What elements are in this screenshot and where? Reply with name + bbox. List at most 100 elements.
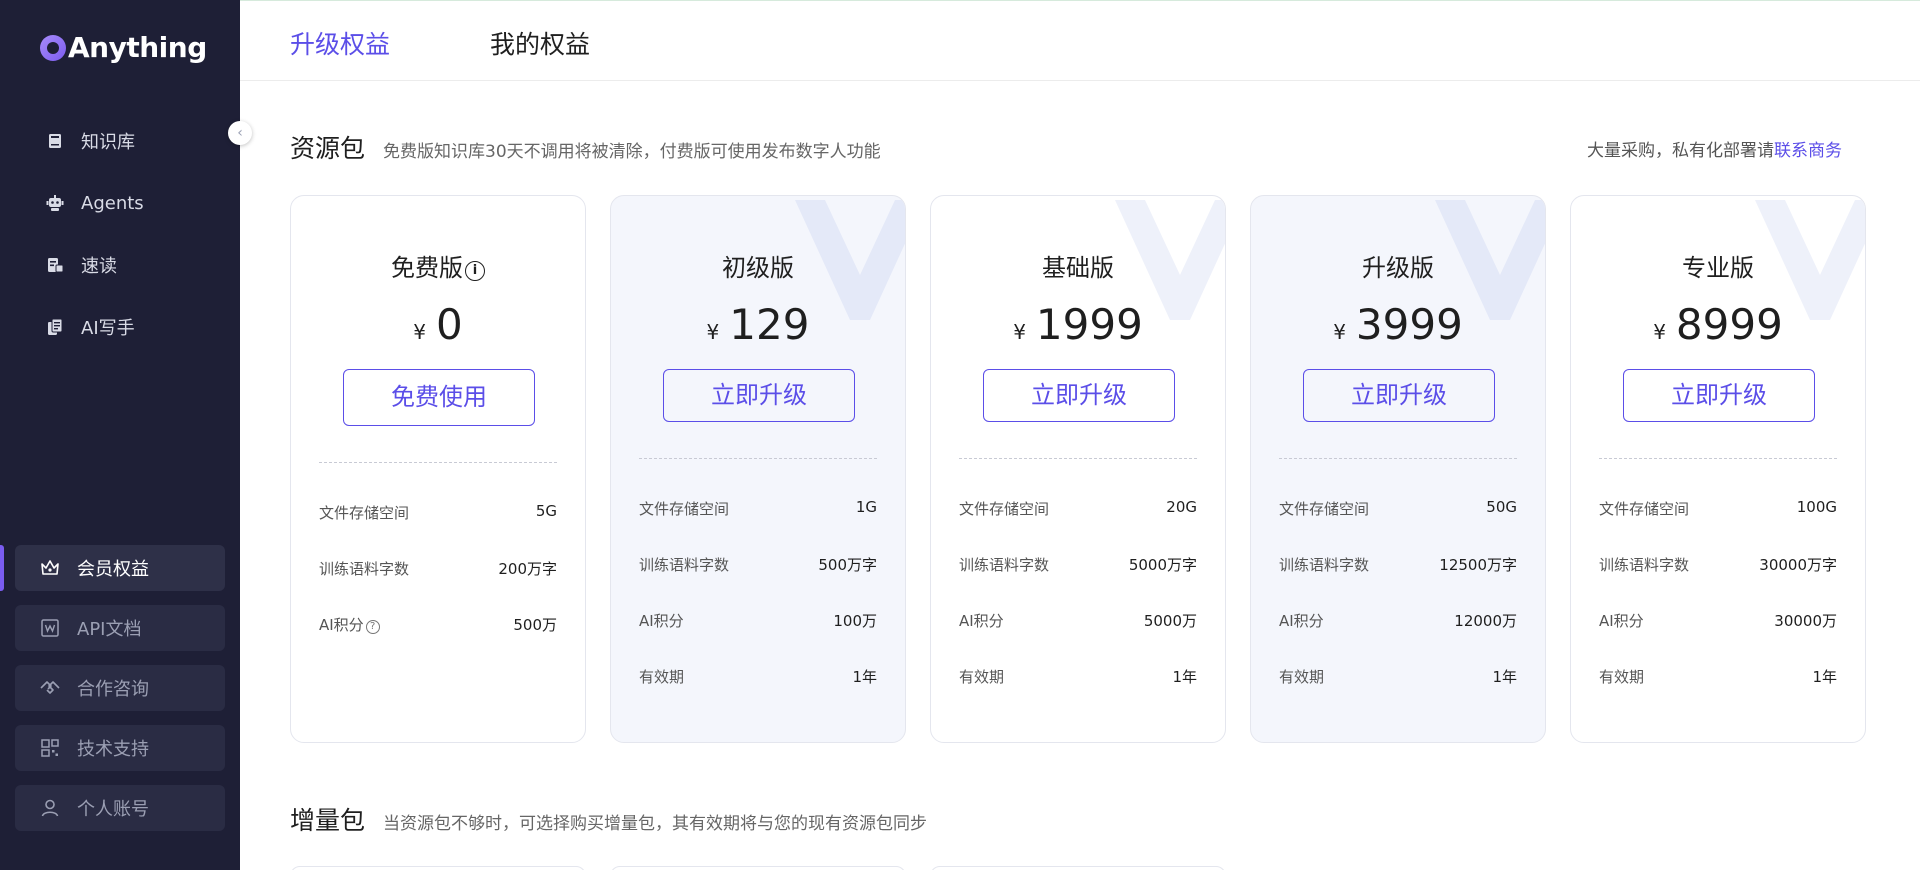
feature-key: 文件存储空间 xyxy=(959,500,1050,518)
plan-name: 初级版 xyxy=(722,254,794,282)
sidebar-item-label: 知识库 xyxy=(81,132,135,153)
feature-row: 训练语料字数 200万字 xyxy=(319,558,557,579)
price-value: 1999 xyxy=(1035,300,1143,349)
feature-row: 文件存储空间 20G xyxy=(959,498,1197,519)
feature-key: 文件存储空间 xyxy=(639,500,730,518)
bulk-purchase-text: 大量采购，私有化部署请 xyxy=(1587,141,1774,161)
feature-key: 文件存储空间 xyxy=(1599,500,1690,518)
user-icon xyxy=(39,797,61,819)
feature-row: AI积分 12000万 xyxy=(1279,610,1517,631)
feature-value: 30000万 xyxy=(1774,612,1837,630)
feature-value: 12500万字 xyxy=(1439,556,1517,574)
sidebar-item-speed-read[interactable]: 速读 xyxy=(0,234,240,296)
feature-key: 训练语料字数 xyxy=(959,556,1050,574)
app-logo[interactable]: Anything xyxy=(40,31,207,64)
feature-row: AI积分 100万 xyxy=(639,610,877,631)
feature-value: 1年 xyxy=(1812,668,1837,686)
feature-row: 训练语料字数 5000万字 xyxy=(959,554,1197,575)
feature-row: 有效期 1年 xyxy=(1599,666,1837,687)
upgrade-button[interactable]: 立即升级 xyxy=(1623,369,1815,422)
resource-section-description: 免费版知识库30天不调用将被清除，付费版可使用发布数字人功能 xyxy=(383,142,881,162)
feature-value: 5G xyxy=(535,502,557,520)
feature-key: AI积分 xyxy=(1599,612,1644,630)
sidebar-item-account[interactable]: 个人账号 xyxy=(15,785,225,831)
feature-row: 文件存储空间 5G xyxy=(319,502,557,523)
plan-name: 免费版 i xyxy=(291,248,585,283)
feature-value: 30000万字 xyxy=(1759,556,1837,574)
feature-value: 12000万 xyxy=(1454,612,1517,630)
feature-row: 训练语料字数 500万字 xyxy=(639,554,877,575)
sidebar-item-api-docs[interactable]: API文档 xyxy=(15,605,225,651)
feature-value: 50G xyxy=(1486,498,1517,516)
document-pen-icon xyxy=(46,318,64,336)
sidebar-item-membership[interactable]: 会员权益 xyxy=(15,545,225,591)
sidebar-bottom-nav: 会员权益 API文档 合作咨询 技术支持 个人账号 xyxy=(15,545,225,845)
sidebar-item-agents[interactable]: Agents xyxy=(0,172,240,234)
currency-symbol: ¥ xyxy=(1333,320,1346,344)
robot-icon xyxy=(46,194,64,212)
upgrade-button[interactable]: 立即升级 xyxy=(663,369,855,422)
feature-key: AI积分 xyxy=(959,612,1004,630)
tab-bar: 升级权益 我的权益 xyxy=(240,1,1920,81)
feature-row: AI积分 30000万 xyxy=(1599,610,1837,631)
feature-key: 训练语料字数 xyxy=(1599,556,1690,574)
question-icon[interactable]: ? xyxy=(365,620,380,634)
divider xyxy=(1279,458,1517,459)
feature-key: 训练语料字数 xyxy=(639,556,730,574)
increment-section-title: 增量包 xyxy=(290,806,366,835)
feature-key: 训练语料字数 xyxy=(319,560,410,578)
resource-section-title: 资源包 xyxy=(290,134,366,163)
main-content: 升级权益 我的权益 资源包 免费版知识库30天不调用将被清除，付费版可使用发布数… xyxy=(240,0,1920,870)
increment-card[interactable] xyxy=(290,866,586,870)
sidebar-item-label: 个人账号 xyxy=(77,799,149,820)
upgrade-button[interactable]: 立即升级 xyxy=(983,369,1175,422)
free-use-button[interactable]: 免费使用 xyxy=(343,369,535,426)
feature-row: 文件存储空间 100G xyxy=(1599,498,1837,519)
feature-value: 100万 xyxy=(833,612,877,630)
sidebar-item-ai-writer[interactable]: AI写手 xyxy=(0,296,240,358)
feature-key-text: AI积分 xyxy=(319,616,364,634)
feature-key: AI积分? xyxy=(319,614,380,635)
feature-row: 有效期 1年 xyxy=(639,666,877,687)
sidebar-item-cooperation[interactable]: 合作咨询 xyxy=(15,665,225,711)
app-name: Anything xyxy=(68,31,207,64)
increment-cards xyxy=(290,866,1290,870)
resource-section-header: 资源包 免费版知识库30天不调用将被清除，付费版可使用发布数字人功能 xyxy=(290,129,881,165)
collapse-sidebar-button[interactable]: ‹ xyxy=(228,121,252,145)
divider xyxy=(639,458,877,459)
feature-row: 训练语料字数 12500万字 xyxy=(1279,554,1517,575)
plan-price: ¥3999 xyxy=(1251,300,1545,349)
feature-row: 有效期 1年 xyxy=(1279,666,1517,687)
plan-card-professional: 专业版 ¥8999 立即升级 文件存储空间 100G 训练语料字数 30000万字 … xyxy=(1570,195,1866,743)
increment-card[interactable] xyxy=(610,866,906,870)
feature-value: 5000万字 xyxy=(1128,556,1197,574)
feature-value: 1G xyxy=(855,498,877,516)
sidebar-item-knowledge-base[interactable]: 知识库 xyxy=(0,110,240,172)
tab-my-benefits[interactable]: 我的权益 xyxy=(490,25,590,61)
feature-key: 有效期 xyxy=(959,668,1005,686)
feature-key: 有效期 xyxy=(639,668,685,686)
tab-upgrade-benefits[interactable]: 升级权益 xyxy=(290,25,390,61)
price-value: 8999 xyxy=(1675,300,1783,349)
logo-mark-icon xyxy=(40,34,66,61)
speed-read-icon xyxy=(46,256,64,274)
feature-key: 文件存储空间 xyxy=(319,504,410,522)
feature-value: 500万字 xyxy=(818,556,877,574)
currency-symbol: ¥ xyxy=(413,320,426,344)
upgrade-button[interactable]: 立即升级 xyxy=(1303,369,1495,422)
feature-value: 1年 xyxy=(1492,668,1517,686)
sidebar-item-tech-support[interactable]: 技术支持 xyxy=(15,725,225,771)
increment-card[interactable] xyxy=(930,866,1226,870)
sidebar-top-nav: 知识库 Agents 速读 AI写手 xyxy=(0,110,240,358)
divider xyxy=(1599,458,1837,459)
plan-price: ¥1999 xyxy=(931,300,1225,349)
feature-value: 500万 xyxy=(513,616,557,634)
info-icon[interactable]: i xyxy=(465,261,485,281)
contact-sales-link[interactable]: 联系商务 xyxy=(1774,141,1842,161)
currency-symbol: ¥ xyxy=(1653,320,1666,344)
plan-price: ¥8999 xyxy=(1571,300,1865,349)
feature-key: AI积分 xyxy=(639,612,684,630)
feature-value: 1年 xyxy=(852,668,877,686)
currency-symbol: ¥ xyxy=(706,320,720,344)
feature-value: 200万字 xyxy=(498,560,557,578)
